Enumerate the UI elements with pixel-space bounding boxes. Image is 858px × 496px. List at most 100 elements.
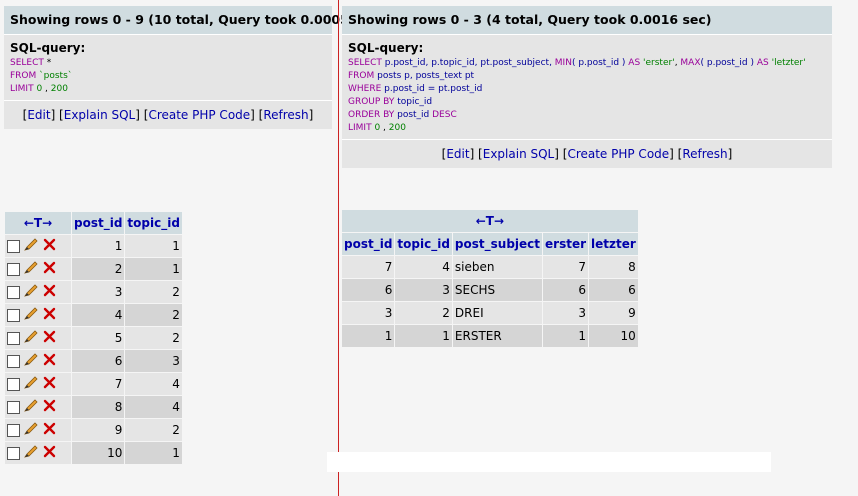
row-checkbox[interactable]: [7, 285, 20, 299]
cell-topic-id: 1: [125, 258, 182, 280]
cell-post-id: 10: [72, 442, 125, 464]
blank-strip: [327, 452, 771, 472]
left-result-pane: Showing rows 0 - 9 (10 total, Query took…: [0, 0, 382, 496]
table-row: 42: [5, 304, 182, 326]
cell-erster: 3: [543, 302, 589, 324]
delete-x-icon[interactable]: [43, 261, 56, 277]
cell-topic-id: 2: [395, 302, 452, 324]
cell-erster: 1: [543, 325, 589, 347]
left-col-header-topic-id[interactable]: topic_id: [125, 212, 182, 234]
right-refresh-link[interactable]: Refresh: [682, 147, 727, 161]
cell-topic-id: 3: [125, 350, 182, 372]
right-col-header-topic-id[interactable]: topic_id: [395, 233, 452, 255]
row-checkbox[interactable]: [7, 400, 20, 414]
table-row: 63: [5, 350, 182, 372]
pencil-icon[interactable]: [23, 237, 39, 255]
cell-topic-id: 2: [125, 327, 182, 349]
pencil-icon[interactable]: [23, 306, 39, 324]
right-result-pane: Showing rows 0 - 3 (4 total, Query took …: [327, 0, 858, 496]
table-row: 3 2 DREI 3 9: [342, 302, 638, 324]
cell-post-id: 6: [342, 279, 395, 301]
cell-topic-id: 4: [125, 396, 182, 418]
cell-post-id: 2: [72, 258, 125, 280]
cell-letzter: 8: [589, 256, 638, 278]
table-row: 1 1 ERSTER 1 10: [342, 325, 638, 347]
right-explain-sql-link[interactable]: Explain SQL: [483, 147, 555, 161]
pencil-icon[interactable]: [23, 444, 39, 462]
cell-topic-id: 1: [395, 325, 452, 347]
row-checkbox[interactable]: [7, 354, 20, 368]
row-checkbox[interactable]: [7, 331, 20, 345]
delete-x-icon[interactable]: [43, 422, 56, 438]
row-actions: [5, 281, 71, 303]
left-result-table: ←T→ post_id topic_id 1121324252637484921…: [4, 211, 183, 465]
row-checkbox[interactable]: [7, 239, 20, 253]
row-checkbox[interactable]: [7, 308, 20, 322]
right-create-php-link[interactable]: Create PHP Code: [567, 147, 669, 161]
table-row: 84: [5, 396, 182, 418]
left-query-info: Showing rows 0 - 9 (10 total, Query took…: [4, 6, 382, 129]
left-edit-link[interactable]: Edit: [27, 108, 50, 122]
cell-topic-id: 2: [125, 304, 182, 326]
right-rows-title: Showing rows 0 - 3 (4 total, Query took …: [342, 6, 832, 35]
right-column-toggle[interactable]: ←T→: [342, 210, 638, 232]
left-explain-sql-link[interactable]: Explain SQL: [64, 108, 136, 122]
cell-post-id: 3: [342, 302, 395, 324]
pencil-icon[interactable]: [23, 283, 39, 301]
cell-letzter: 10: [589, 325, 638, 347]
row-actions: [5, 327, 71, 349]
pencil-icon[interactable]: [23, 375, 39, 393]
row-checkbox[interactable]: [7, 377, 20, 391]
cell-post-id: 4: [72, 304, 125, 326]
left-refresh-link[interactable]: Refresh: [263, 108, 308, 122]
cell-letzter: 9: [589, 302, 638, 324]
row-actions: [5, 235, 71, 257]
pencil-icon[interactable]: [23, 352, 39, 370]
cell-post-id: 7: [342, 256, 395, 278]
table-row: 74: [5, 373, 182, 395]
delete-x-icon[interactable]: [43, 307, 56, 323]
right-sql-code: SELECT p.post_id, p.topic_id, pt.post_su…: [348, 58, 806, 133]
left-sql-code: SELECT * FROM `posts` LIMIT 0 , 200: [10, 58, 73, 94]
cell-erster: 7: [543, 256, 589, 278]
left-create-php-link[interactable]: Create PHP Code: [148, 108, 250, 122]
right-result-table: ←T→ post_id topic_id post_subject erster…: [341, 209, 639, 348]
right-col-header-letzter[interactable]: letzter: [589, 233, 638, 255]
cell-post-subject: DREI: [452, 302, 543, 324]
cell-post-id: 1: [342, 325, 395, 347]
pencil-icon[interactable]: [23, 260, 39, 278]
row-checkbox[interactable]: [7, 423, 20, 437]
right-col-header-erster[interactable]: erster: [543, 233, 589, 255]
row-actions: [5, 373, 71, 395]
table-row: 21: [5, 258, 182, 280]
delete-x-icon[interactable]: [43, 399, 56, 415]
right-sql-label: SQL-query:: [348, 41, 424, 55]
cell-post-id: 8: [72, 396, 125, 418]
table-row: 10 1: [5, 442, 182, 464]
row-checkbox[interactable]: [7, 446, 20, 460]
cell-post-subject: sieben: [452, 256, 543, 278]
right-col-header-post-id[interactable]: post_id: [342, 233, 395, 255]
row-actions: [5, 419, 71, 441]
row-actions: [5, 258, 71, 280]
cell-erster: 6: [543, 279, 589, 301]
cell-letzter: 6: [589, 279, 638, 301]
right-col-header-post-subject[interactable]: post_subject: [452, 233, 543, 255]
cell-post-id: 5: [72, 327, 125, 349]
cell-post-id: 9: [72, 419, 125, 441]
cell-topic-id: 2: [125, 281, 182, 303]
row-checkbox[interactable]: [7, 262, 20, 276]
left-column-toggle[interactable]: ←T→: [5, 212, 71, 234]
delete-x-icon[interactable]: [43, 238, 56, 254]
delete-x-icon[interactable]: [43, 376, 56, 392]
left-col-header-post-id[interactable]: post_id: [72, 212, 125, 234]
delete-x-icon[interactable]: [43, 445, 56, 461]
pencil-icon[interactable]: [23, 329, 39, 347]
pencil-icon[interactable]: [23, 421, 39, 439]
delete-x-icon[interactable]: [43, 353, 56, 369]
pencil-icon[interactable]: [23, 398, 39, 416]
row-actions: [5, 350, 71, 372]
delete-x-icon[interactable]: [43, 284, 56, 300]
right-edit-link[interactable]: Edit: [446, 147, 469, 161]
delete-x-icon[interactable]: [43, 330, 56, 346]
